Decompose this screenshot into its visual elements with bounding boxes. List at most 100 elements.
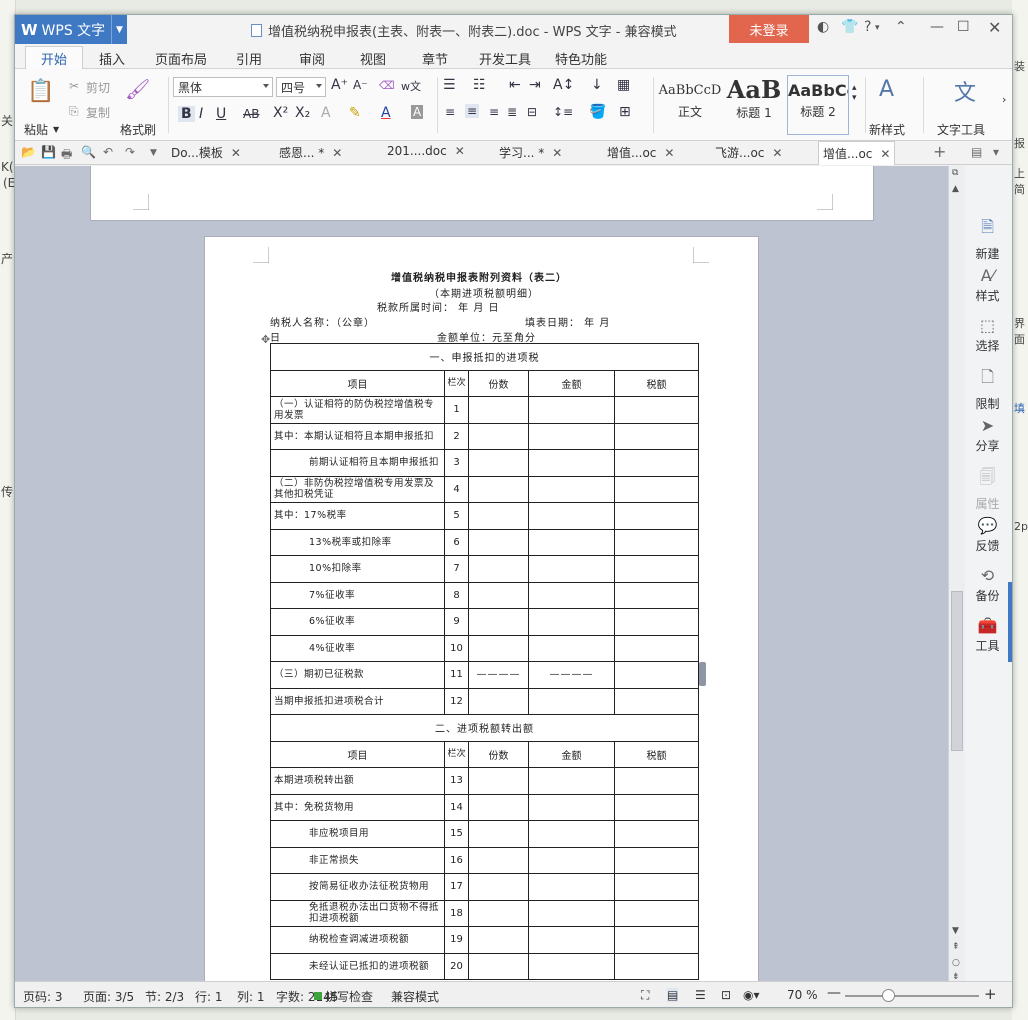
print-preview-icon[interactable]: 🔍 (81, 145, 96, 159)
count-cell[interactable] (468, 634, 529, 662)
side-backup[interactable]: ⟲ 备份 (965, 566, 1010, 604)
amount-cell[interactable] (528, 502, 615, 530)
tax-cell[interactable] (614, 528, 699, 556)
amount-cell[interactable] (528, 793, 615, 821)
skin-icon[interactable]: ◐ (817, 19, 829, 35)
tax-cell[interactable] (614, 687, 699, 715)
tax-cell[interactable] (614, 767, 699, 795)
count-cell[interactable] (468, 449, 529, 477)
undo-icon[interactable]: ↶ (103, 145, 113, 159)
grow-font-icon[interactable]: A⁺ (331, 77, 348, 93)
font-color-icon[interactable]: A (381, 105, 391, 121)
zoom-slider-knob[interactable] (882, 989, 895, 1002)
tab-references[interactable]: 引用 (236, 49, 262, 68)
decrease-indent-icon[interactable]: ⇤ (509, 77, 521, 93)
amount-cell[interactable] (528, 846, 615, 874)
amount-cell[interactable] (528, 528, 615, 556)
tax-cell[interactable] (614, 475, 699, 503)
tab-special[interactable]: 特色功能 (555, 49, 607, 68)
border-icon[interactable]: ⊞ (619, 104, 631, 120)
login-button[interactable]: 未登录 (729, 15, 809, 43)
amount-cell[interactable] (528, 608, 615, 636)
text-direction-icon[interactable]: A↕ (553, 77, 574, 93)
strikethrough-button[interactable]: AB (243, 107, 259, 121)
amount-cell[interactable] (528, 926, 615, 954)
row-item-label[interactable]: （一）认证相符的防伪税控增值税专用发票 (270, 396, 445, 424)
scroll-thumb[interactable] (951, 591, 963, 751)
tax-cell[interactable] (614, 608, 699, 636)
side-tools[interactable]: 🧰 工具 (965, 616, 1010, 654)
row-item-label[interactable]: 纳税检查调减进项税额 (270, 926, 445, 954)
zoom-out-icon[interactable]: — (827, 985, 841, 1001)
tax-form-table[interactable]: 一、申报抵扣的进项税 项目 栏次 份数 金额 税额 （一）认证相符的防伪税控增值… (270, 343, 699, 980)
zoom-in-icon[interactable]: + (984, 985, 997, 1003)
count-cell[interactable] (468, 475, 529, 503)
help-button[interactable]: ? (864, 19, 871, 35)
page-side-handle[interactable] (699, 662, 706, 686)
shirt-icon[interactable]: 👕 (841, 19, 858, 35)
row-item-label[interactable]: （二）非防伪税控增值税专用发票及其他扣税凭证 (270, 475, 445, 503)
side-restrict[interactable]: 🗋 限制 (965, 366, 1010, 412)
tax-cell[interactable] (614, 634, 699, 662)
tax-cell[interactable] (614, 899, 699, 927)
row-item-label[interactable]: 按简易征收办法征税货物用 (270, 873, 445, 901)
amount-cell[interactable] (528, 422, 615, 450)
close-icon[interactable]: ✕ (880, 147, 890, 161)
tab-chapter[interactable]: 章节 (422, 49, 448, 68)
close-icon[interactable]: ✕ (332, 146, 342, 160)
close-icon[interactable]: ✕ (988, 18, 1001, 37)
amount-cell[interactable]: ———— (528, 661, 615, 689)
minimize-icon[interactable]: — (930, 19, 944, 35)
tax-cell[interactable] (614, 555, 699, 583)
count-cell[interactable]: ———— (468, 661, 529, 689)
ribbon-scroll-icon[interactable]: › (1002, 93, 1006, 106)
count-cell[interactable] (468, 952, 529, 980)
prev-page-icon[interactable]: ⇞ (952, 942, 960, 952)
tax-cell[interactable] (614, 661, 699, 689)
amount-cell[interactable] (528, 449, 615, 477)
clear-format-icon[interactable]: ⌫ (379, 79, 395, 92)
text-effect-icon[interactable]: A (321, 105, 331, 121)
row-item-label[interactable]: 7%征收率 (270, 581, 445, 609)
count-cell[interactable] (468, 820, 529, 848)
new-style-icon[interactable]: A (879, 77, 894, 102)
row-item-label[interactable]: 未经认证已抵扣的进项税额 (270, 952, 445, 980)
row-item-label[interactable]: 13%税率或扣除率 (270, 528, 445, 556)
status-section[interactable]: 节: 2/3 (145, 988, 184, 1005)
count-cell[interactable] (468, 581, 529, 609)
count-cell[interactable] (468, 502, 529, 530)
row-item-label[interactable]: 当期申报抵扣进项税合计 (270, 687, 445, 715)
status-pages[interactable]: 页面: 3/5 (83, 988, 134, 1005)
print-icon[interactable]: 🖶 (61, 145, 72, 166)
doc-tab[interactable]: 飞游...oc ✕ (715, 144, 782, 161)
amount-cell[interactable] (528, 873, 615, 901)
subscript-button[interactable]: X₂ (295, 105, 310, 121)
close-icon[interactable]: ✕ (664, 146, 674, 160)
web-view-icon[interactable]: ⊡ (721, 988, 731, 1002)
row-item-label[interactable]: 其中：免税货物用 (270, 793, 445, 821)
select-browse-icon[interactable]: ○ (952, 958, 960, 968)
zoom-slider[interactable] (845, 995, 979, 997)
side-share[interactable]: ➤ 分享 (965, 416, 1010, 454)
bold-button[interactable]: B (178, 106, 195, 122)
close-icon[interactable]: ✕ (455, 144, 465, 158)
document-workspace[interactable]: 增值税纳税申报表附列资料（表二） （本期进项税额明细） 税款所属时间： 年 月 … (15, 166, 948, 981)
tax-cell[interactable] (614, 422, 699, 450)
distribute-icon[interactable]: ⊟ (527, 105, 537, 119)
amount-cell[interactable] (528, 767, 615, 795)
copy-button[interactable]: 复制 (86, 104, 110, 121)
row-item-label[interactable]: 免抵退税办法出口货物不得抵扣进项税额 (270, 899, 445, 927)
chevron-down-icon[interactable]: ▼ (150, 148, 157, 158)
count-cell[interactable] (468, 846, 529, 874)
row-item-label[interactable]: 前期认证相符且本期申报抵扣 (270, 449, 445, 477)
tax-cell[interactable] (614, 873, 699, 901)
row-item-label[interactable]: 其中：17%税率 (270, 502, 445, 530)
paste-button[interactable]: 粘贴 (24, 121, 48, 138)
superscript-button[interactable]: X² (273, 105, 288, 121)
tab-review[interactable]: 审阅 (299, 49, 325, 68)
font-size-select[interactable]: 四号 (276, 77, 326, 97)
amount-cell[interactable] (528, 634, 615, 662)
count-cell[interactable] (468, 396, 529, 424)
amount-cell[interactable] (528, 899, 615, 927)
chevron-down-icon[interactable]: ▾ (875, 23, 880, 33)
